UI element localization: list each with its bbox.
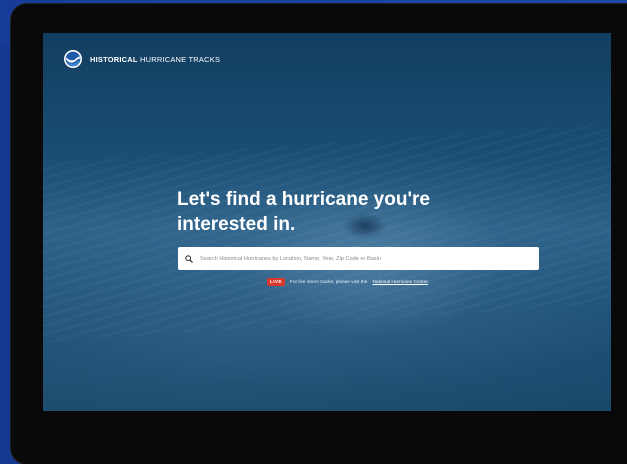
search-input[interactable]	[200, 255, 539, 262]
noaa-logo-icon	[64, 50, 82, 68]
brand-title: HISTORICAL HURRICANE TRACKS	[90, 55, 220, 64]
live-notice: LIVE For live storm tracks, please visit…	[267, 278, 429, 286]
live-badge: LIVE	[267, 278, 285, 286]
brand-title-light: HURRICANE TRACKS	[137, 54, 221, 64]
national-hurricane-center-link[interactable]: National Hurricane Center	[372, 280, 427, 285]
hero-title: Let's find a hurricane you're interested…	[177, 189, 430, 235]
search-icon	[178, 254, 200, 263]
app-screen: HISTORICAL HURRICANE TRACKS Let's find a…	[43, 33, 611, 411]
live-notice-text: For live storm tracks, please visit the	[289, 279, 368, 285]
live-notice-suffix: .	[427, 279, 430, 285]
brand-header[interactable]: HISTORICAL HURRICANE TRACKS	[64, 49, 220, 69]
search-bar[interactable]	[178, 247, 539, 270]
brand-title-bold: HISTORICAL	[90, 54, 138, 64]
